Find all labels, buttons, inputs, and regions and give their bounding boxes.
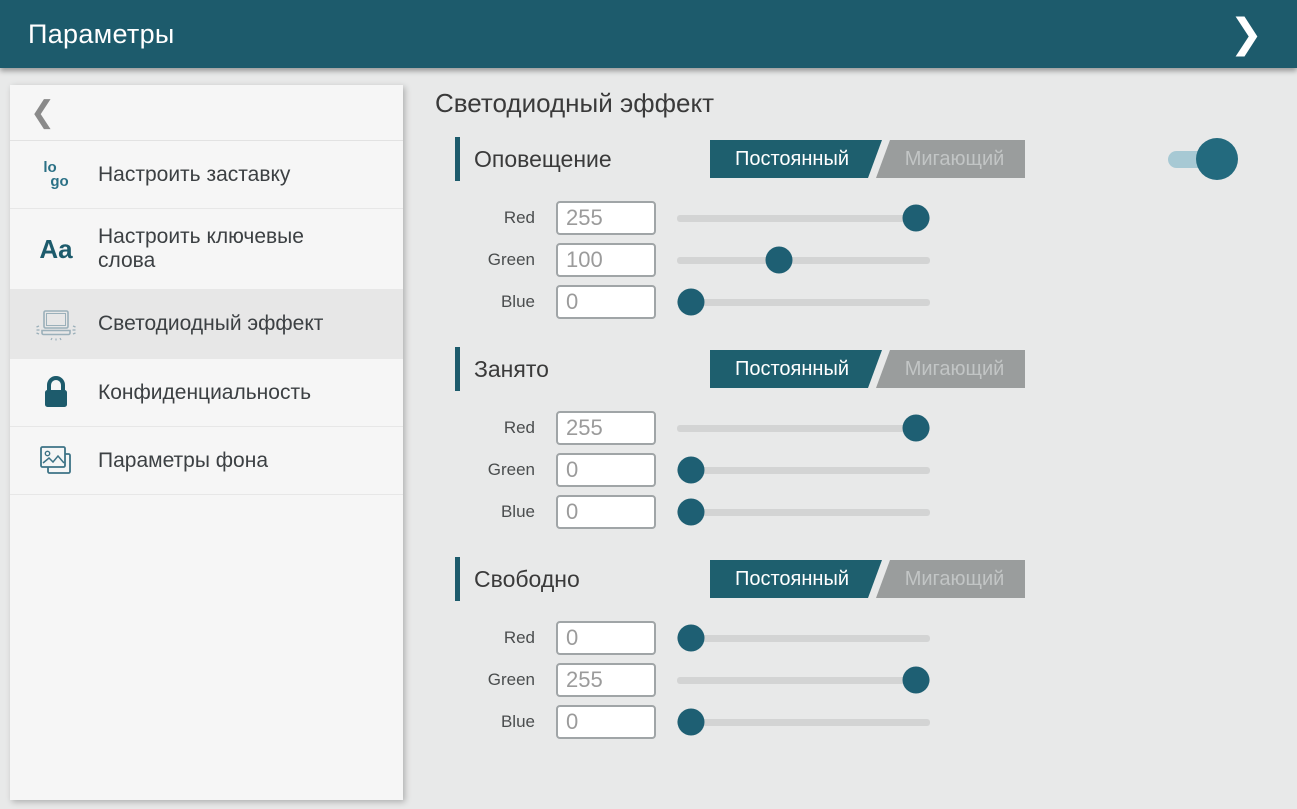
red-value-input[interactable] [556, 201, 656, 235]
red-channel-row: Red [455, 201, 1230, 235]
mode-blinking-button[interactable]: Мигающий [876, 560, 1025, 598]
sidebar-item-label: Настроить ключевые слова [98, 225, 358, 273]
back-chevron-icon[interactable]: ❮ [30, 95, 55, 130]
green-label: Green [455, 250, 535, 270]
sidebar-item-background[interactable]: Параметры фона [10, 427, 403, 495]
sidebar-item-privacy[interactable]: Конфиденциальность [10, 359, 403, 427]
blue-label: Blue [455, 502, 535, 522]
green-label: Green [455, 460, 535, 480]
green-channel-row: Green [455, 453, 1230, 487]
mode-blinking-button[interactable]: Мигающий [876, 140, 1025, 178]
mode-toggle-free: Постоянный Мигающий [710, 560, 1025, 598]
sidebar-item-keywords[interactable]: Aa Настроить ключевые слова [10, 209, 403, 290]
red-slider[interactable] [677, 621, 930, 655]
led-monitor-icon [34, 306, 78, 342]
sidebar-item-led-effect[interactable]: Светодиодный эффект [10, 290, 403, 359]
green-label: Green [455, 670, 535, 690]
sidebar-item-label: Светодиодный эффект [98, 312, 323, 336]
sidebar-item-label: Конфиденциальность [98, 381, 311, 405]
green-value-input[interactable] [556, 243, 656, 277]
section-title: Занято [474, 356, 710, 383]
blue-slider[interactable] [677, 705, 930, 739]
green-channel-row: Green [455, 663, 1230, 697]
led-effect-panel: Светодиодный эффект Оповещение Постоянны… [403, 68, 1297, 809]
blue-value-input[interactable] [556, 705, 656, 739]
red-channel-row: Red [455, 621, 1230, 655]
green-slider[interactable] [677, 453, 930, 487]
sidebar-item-label: Параметры фона [98, 449, 268, 473]
green-value-input[interactable] [556, 663, 656, 697]
switch-knob [1196, 138, 1238, 180]
section-accent-bar [455, 557, 460, 601]
slider-thumb[interactable] [678, 499, 705, 526]
red-value-input[interactable] [556, 621, 656, 655]
mode-constant-button[interactable]: Постоянный [710, 350, 882, 388]
images-icon [34, 444, 78, 478]
mode-blinking-button[interactable]: Мигающий [876, 350, 1025, 388]
red-label: Red [455, 418, 535, 438]
blue-channel-row: Blue [455, 495, 1230, 529]
sidebar-header: ❮ [10, 85, 403, 141]
page-title: Параметры [28, 19, 175, 50]
section-accent-bar [455, 137, 460, 181]
red-channel-row: Red [455, 411, 1230, 445]
section-free: Свободно Постоянный Мигающий Red Green [455, 555, 1230, 739]
red-label: Red [455, 628, 535, 648]
green-slider[interactable] [677, 243, 930, 277]
slider-thumb[interactable] [678, 457, 705, 484]
green-slider[interactable] [677, 663, 930, 697]
slider-thumb[interactable] [678, 289, 705, 316]
mode-toggle-notification: Постоянный Мигающий [710, 140, 1025, 178]
slider-thumb[interactable] [766, 247, 793, 274]
blue-channel-row: Blue [455, 285, 1230, 319]
section-title: Свободно [474, 566, 710, 593]
blue-value-input[interactable] [556, 285, 656, 319]
slider-thumb[interactable] [903, 667, 930, 694]
blue-label: Blue [455, 712, 535, 732]
mode-constant-button[interactable]: Постоянный [710, 560, 882, 598]
mode-toggle-busy: Постоянный Мигающий [710, 350, 1025, 388]
slider-thumb[interactable] [678, 709, 705, 736]
blue-slider[interactable] [677, 285, 930, 319]
section-title: Оповещение [474, 146, 710, 173]
keywords-icon: Aa [34, 234, 78, 265]
notification-led-switch[interactable] [1168, 138, 1230, 180]
blue-channel-row: Blue [455, 705, 1230, 739]
red-slider[interactable] [677, 411, 930, 445]
section-busy: Занято Постоянный Мигающий Red Green [455, 345, 1230, 529]
lock-icon [34, 376, 78, 410]
mode-constant-button[interactable]: Постоянный [710, 140, 882, 178]
settings-sidebar: ❮ logo Настроить заставку Aa Настроить к… [10, 85, 403, 800]
red-slider[interactable] [677, 201, 930, 235]
forward-chevron-icon[interactable]: ❯ [1223, 10, 1269, 58]
sidebar-item-screensaver[interactable]: logo Настроить заставку [10, 141, 403, 209]
green-value-input[interactable] [556, 453, 656, 487]
slider-thumb[interactable] [678, 625, 705, 652]
slider-thumb[interactable] [903, 415, 930, 442]
red-label: Red [455, 208, 535, 228]
blue-value-input[interactable] [556, 495, 656, 529]
logo-icon: logo [34, 161, 78, 188]
green-channel-row: Green [455, 243, 1230, 277]
blue-label: Blue [455, 292, 535, 312]
slider-thumb[interactable] [903, 205, 930, 232]
section-notification: Оповещение Постоянный Мигающий Red [455, 135, 1230, 319]
sidebar-item-label: Настроить заставку [98, 163, 290, 187]
panel-title: Светодиодный эффект [435, 88, 1297, 119]
blue-slider[interactable] [677, 495, 930, 529]
app-bar: Параметры ❯ [0, 0, 1297, 68]
red-value-input[interactable] [556, 411, 656, 445]
section-accent-bar [455, 347, 460, 391]
